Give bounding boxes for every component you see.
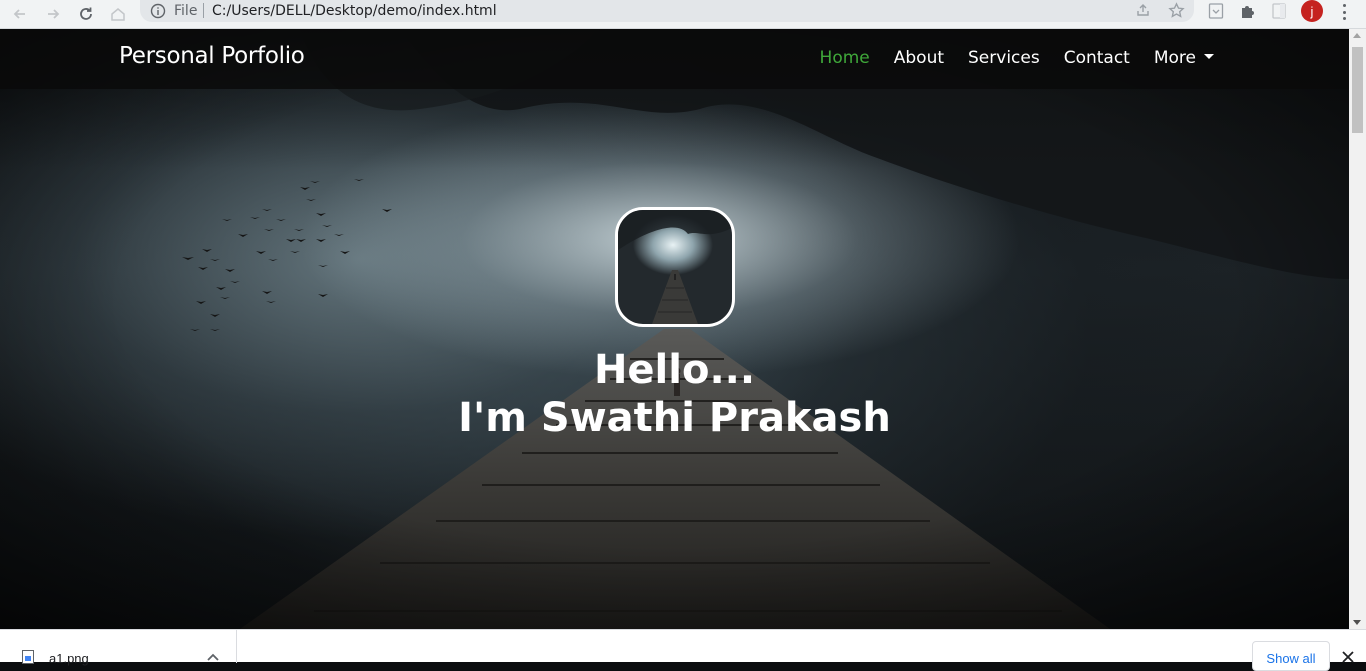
extension-shield-icon[interactable] [1208, 2, 1224, 20]
download-item[interactable]: a1.png [0, 630, 237, 666]
address-bar[interactable]: File C:/Users/DELL/Desktop/demo/index.ht… [140, 0, 1194, 22]
reading-list-icon[interactable] [1271, 2, 1287, 20]
reload-button[interactable] [74, 2, 98, 26]
profile-photo [615, 207, 735, 327]
nav-item-more-label: More [1153, 48, 1196, 68]
home-button[interactable] [106, 2, 130, 26]
reload-icon [80, 7, 92, 20]
page-viewport: Personal Porfolio Home About Services Co… [0, 29, 1349, 629]
address-separator [203, 3, 204, 18]
nav-item-about[interactable]: About [894, 48, 944, 68]
hero-scenery-image [0, 29, 1349, 629]
url-text[interactable]: C:/Users/DELL/Desktop/demo/index.html [212, 3, 497, 19]
back-arrow-icon [13, 9, 25, 19]
nav-item-home[interactable]: Home [820, 48, 870, 68]
profile-photo-image [618, 210, 732, 324]
scroll-thumb[interactable] [1352, 47, 1363, 133]
kebab-menu-icon[interactable] [1336, 4, 1352, 20]
scroll-up-arrow-icon[interactable] [1353, 33, 1361, 38]
nav-item-services[interactable]: Services [968, 48, 1040, 68]
scroll-down-arrow-icon[interactable] [1353, 620, 1361, 625]
hero-name: I'm Swathi Prakash [458, 395, 891, 441]
brand-logo[interactable]: Personal Porfolio [119, 43, 305, 69]
forward-arrow-icon [48, 9, 60, 19]
nav-menu: Home About Services Contact More [796, 48, 1214, 68]
puzzle-icon[interactable] [1239, 2, 1257, 20]
show-all-button[interactable]: Show all [1252, 641, 1330, 671]
home-icon [111, 8, 125, 21]
hero-background [0, 29, 1349, 629]
share-icon[interactable] [1135, 2, 1151, 18]
caret-down-icon [1204, 53, 1214, 59]
profile-avatar[interactable]: j [1301, 0, 1323, 22]
file-scheme-label: File [174, 3, 198, 19]
page-scrollbar[interactable] [1349, 29, 1366, 629]
bookmark-star-icon[interactable] [1168, 2, 1185, 19]
chevron-up-icon[interactable] [206, 652, 220, 662]
back-button[interactable] [8, 2, 32, 26]
nav-item-contact[interactable]: Contact [1064, 48, 1130, 68]
browser-toolbar: File C:/Users/DELL/Desktop/demo/index.ht… [0, 0, 1366, 29]
download-bar: a1.png Show all [0, 629, 1366, 671]
nav-item-more-dropdown[interactable]: More [1154, 48, 1214, 68]
info-icon[interactable] [150, 3, 166, 19]
download-file-name: a1.png [49, 651, 89, 666]
top-navbar: Personal Porfolio Home About Services Co… [0, 29, 1349, 89]
forward-button[interactable] [41, 2, 65, 26]
hero-greeting: Hello... [593, 347, 756, 393]
